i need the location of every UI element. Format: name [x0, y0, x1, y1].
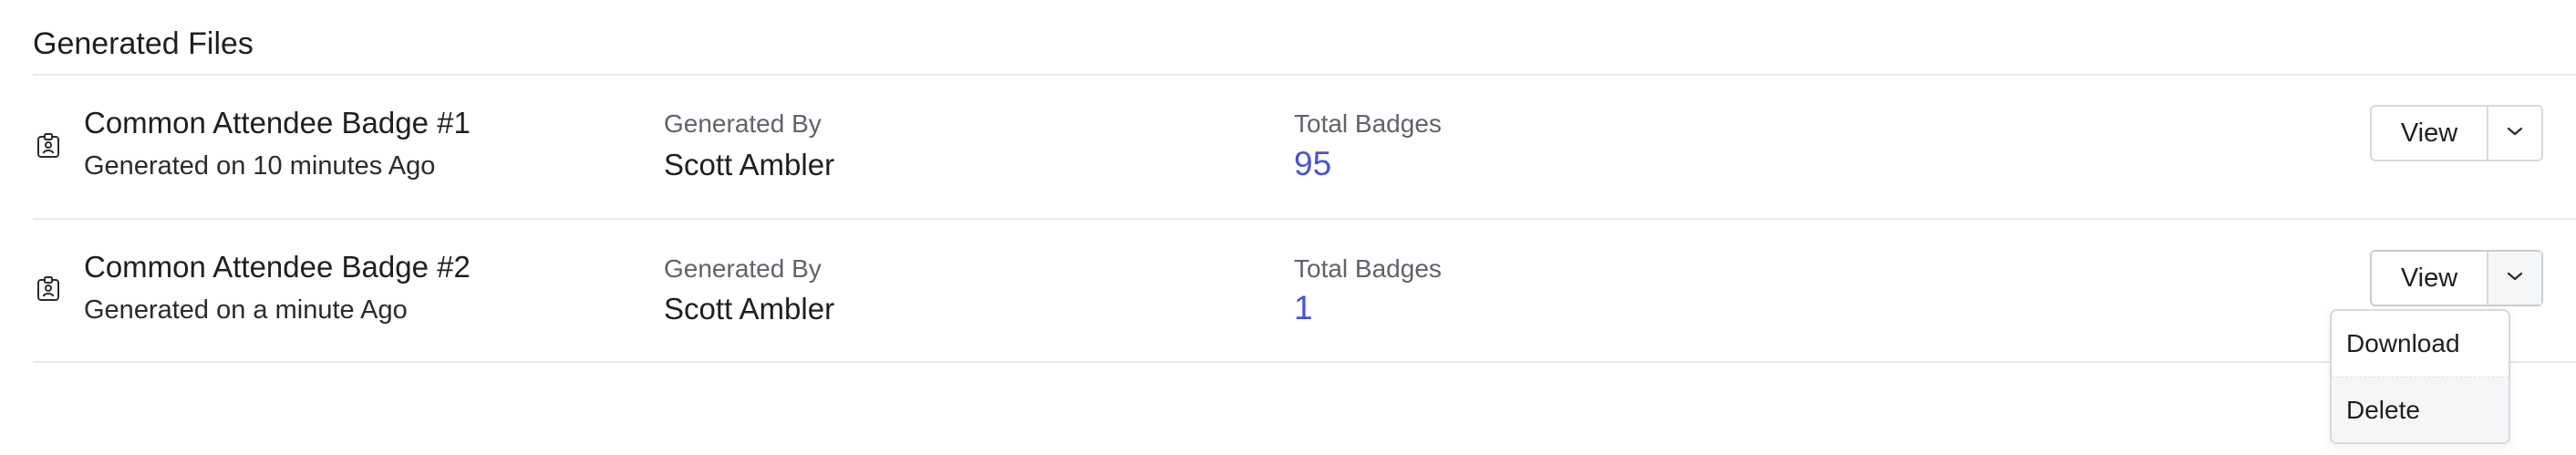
generated-on: Generated on 10 minutes Ago — [84, 151, 436, 181]
generated-files-section: Generated Files Common Attendee Badge #1… — [33, 0, 2576, 455]
generated-by-label: Generated By — [664, 254, 822, 283]
file-name: Common Attendee Badge #1 — [84, 106, 471, 140]
menu-item-delete[interactable]: Delete — [2332, 377, 2509, 442]
file-row: Common Attendee Badge #1 Generated on 10… — [33, 75, 2576, 219]
view-button[interactable]: View — [2372, 107, 2488, 160]
total-badges-count: 1 — [1294, 289, 1313, 326]
chevron-down-icon — [2506, 125, 2524, 141]
id-badge-icon — [36, 276, 60, 302]
chevron-down-icon — [2506, 270, 2524, 286]
total-badges-label: Total Badges — [1294, 109, 1442, 138]
total-badges-label: Total Badges — [1294, 254, 1442, 283]
generated-by-value: Scott Ambler — [664, 292, 835, 326]
section-title: Generated Files — [33, 26, 253, 61]
divider — [33, 361, 2576, 363]
generated-on: Generated on a minute Ago — [84, 295, 408, 325]
total-badges-count: 95 — [1294, 145, 1332, 182]
generated-by-label: Generated By — [664, 109, 822, 138]
id-badge-icon — [36, 133, 60, 159]
menu-item-download[interactable]: Download — [2332, 311, 2509, 377]
view-split-button: View — [2370, 250, 2543, 306]
file-row: Common Attendee Badge #2 Generated on a … — [33, 220, 2576, 364]
view-options-dropdown-toggle[interactable] — [2488, 107, 2541, 160]
view-options-menu: Download Delete — [2330, 309, 2510, 444]
file-name: Common Attendee Badge #2 — [84, 250, 471, 284]
view-button[interactable]: View — [2372, 252, 2488, 305]
view-split-button: View — [2370, 105, 2543, 161]
generated-by-value: Scott Ambler — [664, 148, 835, 181]
view-options-dropdown-toggle[interactable] — [2488, 252, 2541, 305]
